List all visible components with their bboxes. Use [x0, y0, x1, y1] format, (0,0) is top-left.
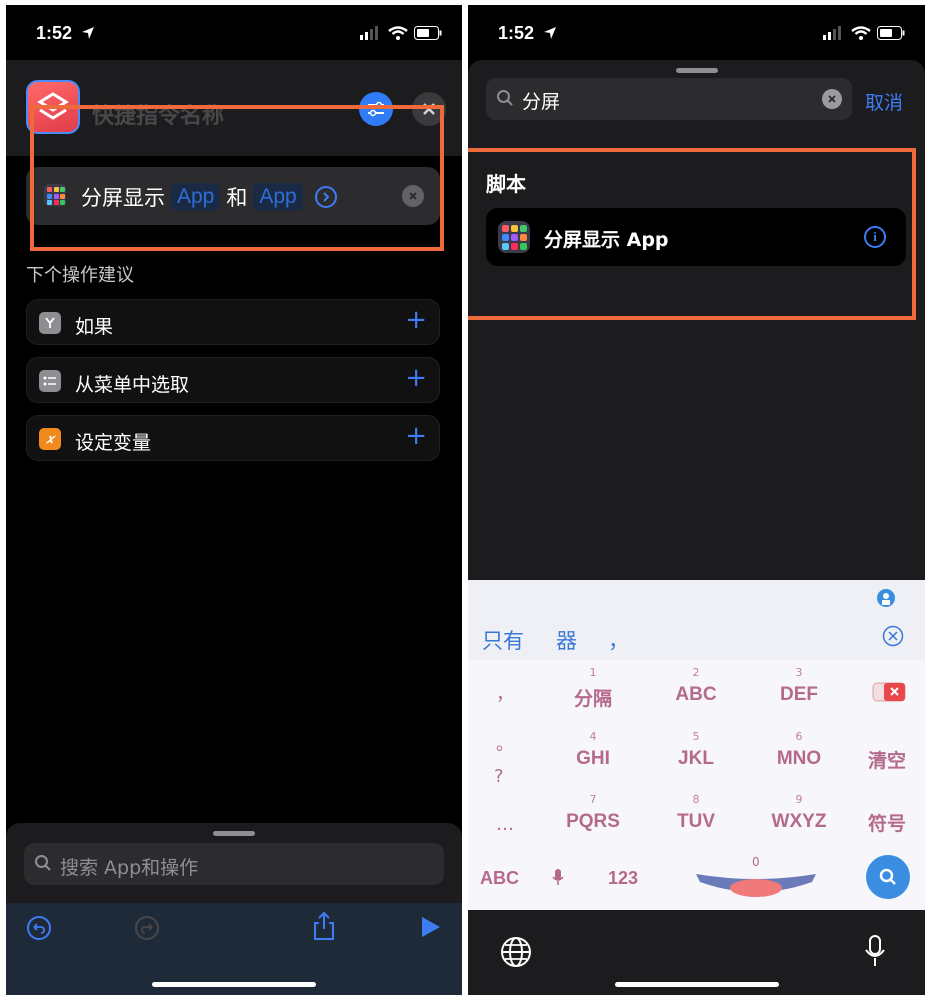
search-input[interactable]: 搜索 App和操作: [24, 843, 444, 885]
status-time: 1:52: [36, 23, 73, 43]
key-num: 9: [795, 793, 803, 806]
key-symbols[interactable]: 符号: [868, 809, 906, 836]
key-num: 2: [692, 666, 700, 679]
status-bar: 1:52: [468, 5, 925, 60]
branch-icon: [39, 312, 61, 334]
key-mno[interactable]: MNO: [754, 748, 844, 770]
pinyin-keyboard: 只有 器 ， ， 1 分隔 2 ABC 3 DEF 。 ? 4 GHI 5 JK…: [468, 580, 925, 910]
search-placeholder: 搜索 App和操作: [60, 857, 199, 879]
key-tuv[interactable]: TUV: [651, 811, 741, 833]
suggestion-label: 从菜单中选取: [75, 374, 190, 396]
key-num: 3: [795, 666, 803, 679]
close-candidates-icon[interactable]: [882, 625, 904, 647]
space-key[interactable]: [694, 872, 818, 898]
highlight-box: [30, 105, 444, 251]
key-num: 6: [795, 730, 803, 743]
key-def[interactable]: DEF: [754, 684, 844, 706]
search-value: 分屏: [522, 91, 561, 113]
key-abc-mode[interactable]: ABC: [480, 868, 519, 889]
key-period[interactable]: 。: [496, 730, 514, 756]
key-num: 7: [589, 793, 597, 806]
suggestion-item-choose-from-menu[interactable]: 从菜单中选取 +: [26, 357, 440, 403]
keyboard-footer: [468, 910, 925, 995]
sheet-grabber[interactable]: [675, 68, 718, 73]
play-icon[interactable]: [420, 915, 442, 939]
suggestion-item-set-variable[interactable]: 𝑥 设定变量 +: [26, 415, 440, 461]
candidate-1[interactable]: 只有: [482, 625, 524, 655]
candidate-3[interactable]: ，: [608, 625, 629, 655]
status-icons: [360, 26, 442, 40]
keyboard-logo-icon[interactable]: [876, 588, 896, 608]
clear-search-button[interactable]: [822, 89, 842, 109]
actions-bottom-sheet: 搜索 App和操作: [6, 823, 462, 995]
signal-icon: [823, 26, 841, 40]
home-indicator: [614, 982, 779, 987]
redo-icon[interactable]: [134, 915, 160, 941]
signal-icon: [360, 26, 378, 40]
candidate-bar: 只有 器 ，: [468, 580, 925, 660]
dictation-mic-icon[interactable]: [864, 934, 886, 968]
wifi-icon: [388, 26, 408, 40]
search-icon: [35, 855, 51, 871]
search-icon: [497, 90, 513, 106]
location-arrow-icon: [544, 27, 556, 39]
search-icon: [879, 868, 896, 885]
menu-list-icon: [39, 370, 61, 392]
status-time: 1:52: [498, 23, 535, 43]
location-arrow-icon: [82, 27, 94, 39]
share-icon[interactable]: [312, 911, 336, 941]
suggestion-item-if[interactable]: 如果 +: [26, 299, 440, 345]
add-icon[interactable]: +: [405, 305, 427, 335]
status-bar: 1:52: [6, 5, 462, 60]
close-icon: [828, 95, 836, 103]
battery-icon: [877, 26, 905, 40]
highlight-box: [468, 148, 916, 320]
search-sheet: 分屏 取消: [468, 60, 925, 140]
key-num: 5: [692, 730, 700, 743]
right-phone-screen: 1:52 分屏 取消 脚本 分屏显示 App i 只有 器 ， ， 1 分隔 2…: [468, 5, 925, 995]
key-question[interactable]: ?: [494, 766, 504, 787]
key-ellipsis[interactable]: …: [496, 814, 514, 835]
key-comma[interactable]: ，: [496, 680, 514, 706]
key-123-mode[interactable]: 123: [608, 868, 638, 889]
battery-icon: [414, 26, 442, 40]
suggestions-title: 下个操作建议: [26, 265, 134, 286]
variable-x-icon: 𝑥: [39, 428, 61, 450]
home-indicator: [152, 982, 316, 987]
candidate-2[interactable]: 器: [556, 625, 577, 655]
key-pqrs[interactable]: PQRS: [548, 811, 638, 833]
backspace-icon[interactable]: [872, 682, 906, 702]
globe-icon[interactable]: [500, 936, 532, 968]
key-jkl[interactable]: JKL: [651, 748, 741, 770]
left-phone-screen: 1:52 快捷指令名称 分屏显示 App 和 App 下个操作建议 如果 + 从…: [6, 5, 462, 995]
suggestion-label: 设定变量: [75, 432, 152, 454]
sheet-grabber[interactable]: [213, 831, 255, 836]
status-icons: [823, 26, 905, 40]
undo-icon[interactable]: [26, 915, 52, 941]
key-separator[interactable]: 分隔: [548, 684, 638, 711]
key-wxyz[interactable]: WXYZ: [754, 811, 844, 833]
key-num: 1: [589, 666, 597, 679]
add-icon[interactable]: +: [405, 363, 427, 393]
add-icon[interactable]: +: [405, 421, 427, 451]
cancel-button[interactable]: 取消: [865, 88, 903, 115]
search-input[interactable]: 分屏: [486, 78, 852, 120]
key-abc[interactable]: ABC: [651, 684, 741, 706]
editor-toolbar: [6, 903, 462, 995]
key-num: 8: [692, 793, 700, 806]
key-ghi[interactable]: GHI: [548, 748, 638, 770]
search-go-button[interactable]: [866, 855, 910, 899]
suggestion-label: 如果: [75, 316, 114, 338]
key-clear[interactable]: 清空: [868, 746, 906, 773]
wifi-icon: [851, 26, 871, 40]
key-num: 4: [589, 730, 597, 743]
key-zero-label: 0: [752, 855, 760, 869]
mic-icon[interactable]: [552, 868, 564, 886]
